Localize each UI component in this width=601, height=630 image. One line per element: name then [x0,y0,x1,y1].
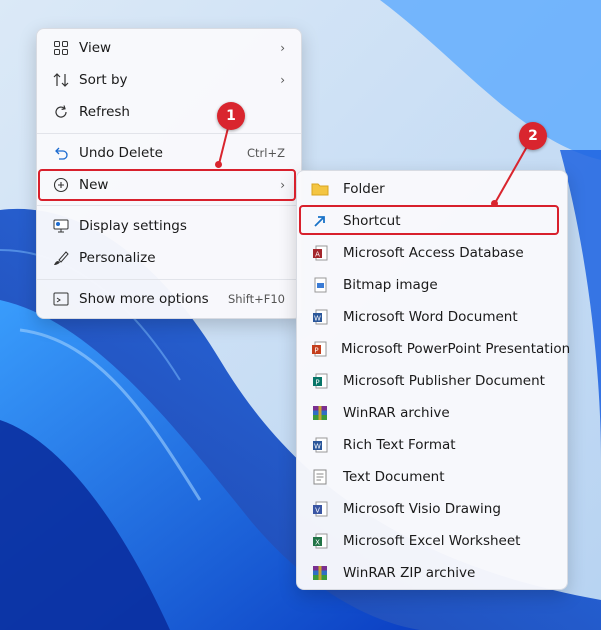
annotation-pointer-lines [218,115,534,204]
step-badge-1: 1 [217,102,245,130]
annotation-dot-2 [491,200,498,207]
annotation-dot-1 [215,161,222,168]
step-badge-2: 2 [519,122,547,150]
